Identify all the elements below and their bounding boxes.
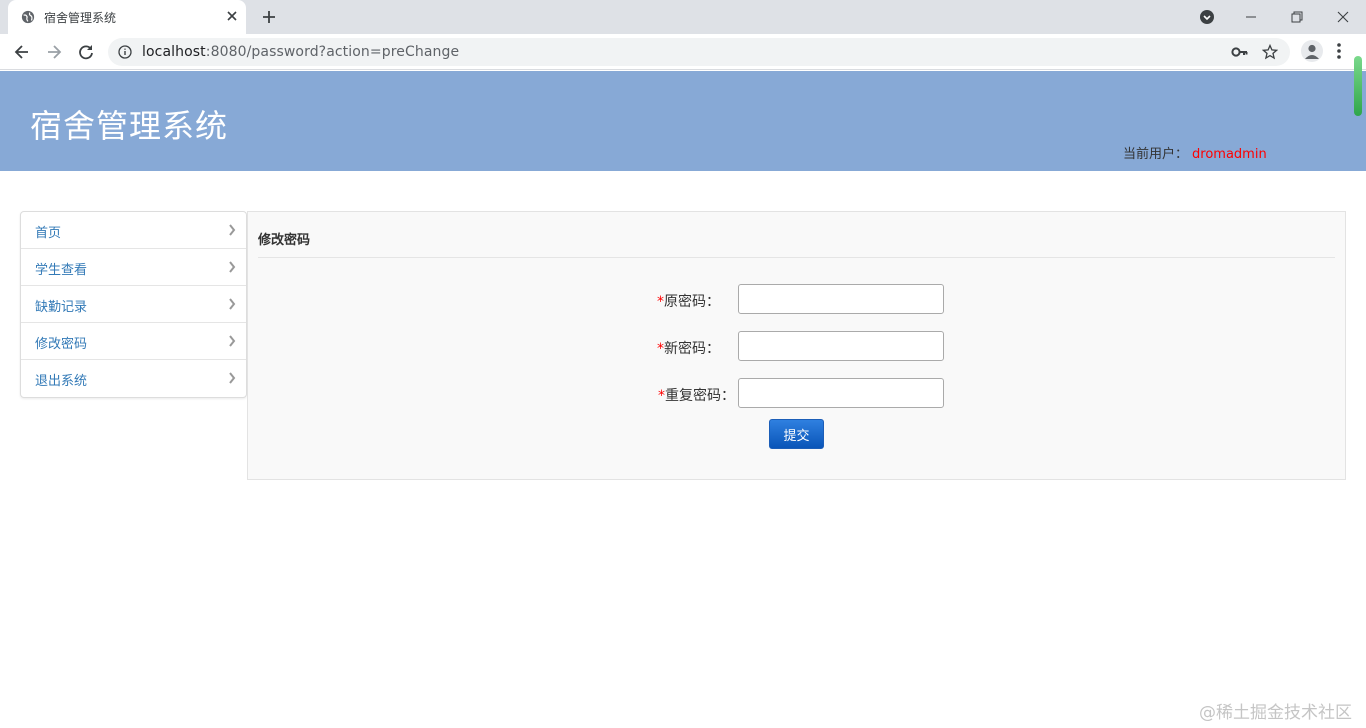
new-password-field[interactable] [738,331,944,361]
field-label: 重复密码： [665,388,735,404]
site-header: 宿舍管理系统 当前用户： dromadmin [0,71,1366,171]
close-icon [1337,11,1349,23]
old-password-field[interactable] [738,284,944,314]
more-menu-icon[interactable] [1336,42,1342,60]
sidebar-item-change-password[interactable]: 修改密码 [21,323,246,360]
browser-tabstrip: 宿舍管理系统 [0,0,1366,34]
sidebar-item-home[interactable]: 首页 [21,212,246,249]
browser-tab[interactable]: 宿舍管理系统 [8,0,246,34]
chevron-right-icon [229,224,236,236]
restore-button[interactable] [1274,0,1320,34]
repeat-password-field[interactable] [738,378,944,408]
current-user-label: 当前用户： [1123,147,1189,162]
chevron-right-icon [229,335,236,347]
web-page: 宿舍管理系统 当前用户： dromadmin 首页 学生查看 缺勤记录 修改密码 … [0,71,1366,728]
chevron-right-icon [229,261,236,273]
field-label: 新密码： [664,341,720,357]
tab-title: 宿舍管理系统 [44,11,117,25]
url-path: :8080/password?action=preChange [205,44,460,60]
profile-avatar[interactable] [1301,40,1323,62]
sidebar-item-label: 首页 [35,226,62,241]
tab-search-icon[interactable] [1199,9,1215,25]
sidebar-item-logout[interactable]: 退出系统 [21,360,246,397]
minimize-icon [1246,16,1256,18]
watermark: @稀土掘金技术社区 [1199,703,1352,723]
repeat-password-row: *重复密码： [248,378,1347,408]
url-host: localhost [142,44,206,60]
required-mark: * [658,388,665,404]
chevron-right-icon [229,372,236,384]
sidebar-item-label: 学生查看 [35,263,88,278]
sidebar-nav: 首页 学生查看 缺勤记录 修改密码 退出系统 [20,211,247,398]
current-user-info: 当前用户： dromadmin [1123,143,1267,162]
app-title: 宿舍管理系统 [30,107,229,145]
url-text[interactable]: localhost:8080/password?action=preChange [142,44,459,60]
reload-icon[interactable] [76,42,96,62]
sidebar-item-label: 修改密码 [35,337,88,352]
restore-icon [1291,11,1303,23]
change-password-panel: 修改密码 *原密码： *新密码： *重复密码： 提交 [247,211,1346,480]
new-password-row: *新密码： [248,331,1347,361]
sidebar-item-label: 缺勤记录 [35,300,88,315]
required-mark: * [657,341,664,357]
info-icon[interactable] [118,45,132,59]
globe-icon [21,10,35,24]
sidebar-item-label: 退出系统 [35,374,88,389]
old-password-row: *原密码： [248,284,1347,314]
required-mark: * [657,294,664,310]
field-label: 原密码： [664,294,720,310]
divider [258,257,1335,258]
star-icon[interactable] [1262,44,1278,60]
address-bar[interactable]: localhost:8080/password?action=preChange [108,38,1290,66]
submit-button[interactable]: 提交 [769,419,824,449]
chevron-right-icon [229,298,236,310]
back-arrow-icon[interactable] [12,42,32,62]
old-password-label: *原密码： [657,291,720,311]
new-tab-icon[interactable] [260,8,278,26]
key-icon[interactable] [1231,45,1249,59]
minimize-button[interactable] [1228,0,1274,34]
close-icon[interactable] [224,8,240,24]
sidebar-item-students[interactable]: 学生查看 [21,249,246,286]
browser-toolbar: localhost:8080/password?action=preChange [0,34,1366,70]
window-close-button[interactable] [1320,0,1366,34]
sidebar-item-absence-records[interactable]: 缺勤记录 [21,286,246,323]
forward-arrow-icon[interactable] [44,42,64,62]
current-user-name: dromadmin [1192,147,1267,162]
scrollbar-thumb[interactable] [1354,56,1362,116]
panel-title: 修改密码 [258,233,311,248]
repeat-password-label: *重复密码： [658,385,735,405]
person-icon [1305,44,1319,59]
new-password-label: *新密码： [657,338,720,358]
